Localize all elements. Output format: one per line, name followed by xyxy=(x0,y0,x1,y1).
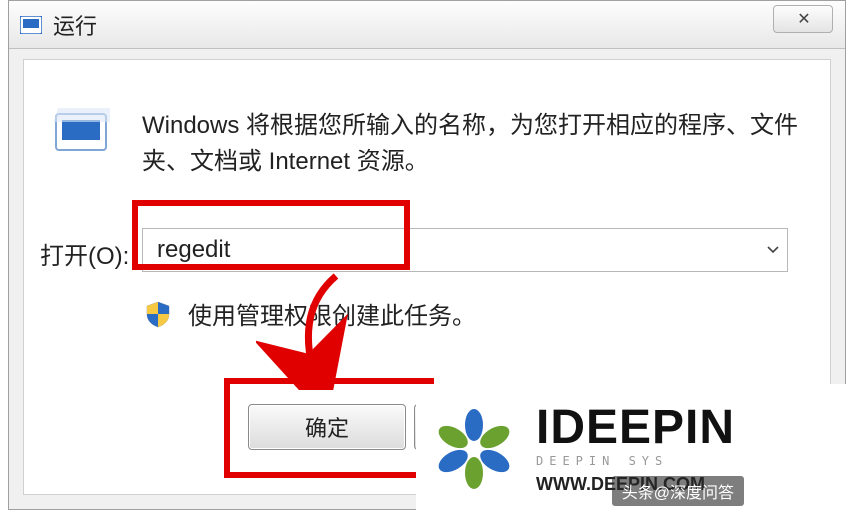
watermark-brand: IDEEPIN xyxy=(536,404,735,452)
dropdown-arrow-icon[interactable] xyxy=(759,229,787,271)
admin-privilege-text: 使用管理权限创建此任务。 xyxy=(188,296,476,331)
close-icon: ✕ xyxy=(797,9,808,29)
open-input[interactable] xyxy=(143,229,759,271)
titlebar: 运行 ✕ xyxy=(9,1,845,49)
close-button[interactable]: ✕ xyxy=(773,5,833,33)
run-title-icon xyxy=(19,13,43,37)
dialog-description: Windows 将根据您所输入的名称，为您打开相应的程序、文件夹、文档或 Int… xyxy=(142,108,800,180)
dialog-title: 运行 xyxy=(53,9,97,41)
shield-icon xyxy=(144,300,172,328)
watermark-logo-icon xyxy=(426,401,522,497)
admin-privilege-row: 使用管理权限创建此任务。 xyxy=(144,296,476,331)
ok-button[interactable]: 确定 xyxy=(248,404,406,450)
attribution-badge: 头条@深度问答 xyxy=(612,476,744,506)
open-combobox[interactable] xyxy=(142,228,788,272)
open-label: 打开(O): xyxy=(40,236,129,271)
watermark-tagline: DEEPIN SYS xyxy=(536,454,735,468)
run-body-icon xyxy=(52,108,110,156)
ok-button-label: 确定 xyxy=(305,411,349,443)
